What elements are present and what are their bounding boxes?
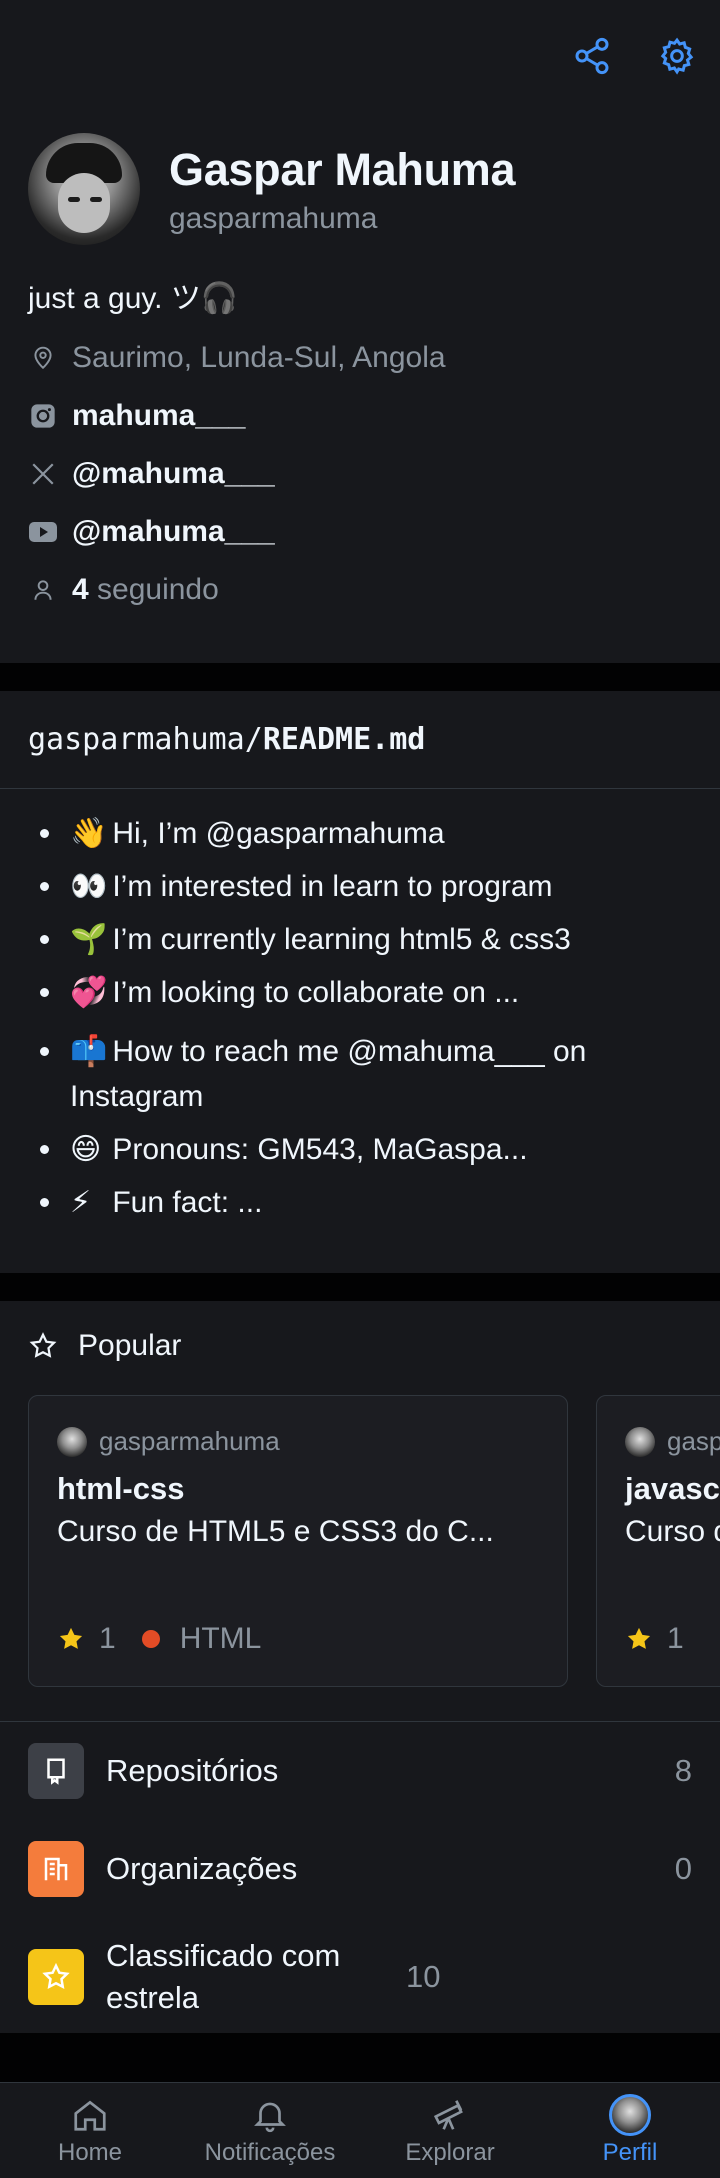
readme-filename: README.md (262, 722, 426, 757)
avatar[interactable] (28, 133, 140, 245)
repo-description: Curso de JavaScript (625, 1515, 720, 1548)
star-icon (28, 1949, 84, 2005)
list-item: 📫 How to reach me @mahuma___ on Instagra… (28, 1029, 692, 1119)
youtube-row[interactable]: @mahuma___ (28, 503, 692, 561)
star-outline-icon (29, 1332, 57, 1358)
list-item: 👀 I’m interested in learn to program (28, 864, 692, 909)
repo-language: HTML (179, 1622, 262, 1655)
star-filled-icon (59, 1627, 83, 1649)
profile-stats-list: Repositórios 8 Organizações 0 Classifica… (0, 1721, 720, 2033)
popular-header: Popular (0, 1301, 720, 1391)
profile-header: Gaspar Mahuma gasparmahuma just a guy. ツ… (0, 117, 720, 663)
list-item-organizations[interactable]: Organizações 0 (0, 1820, 720, 1918)
home-icon (68, 2093, 112, 2137)
repo-owner: gasparmahuma (99, 1426, 280, 1456)
popular-section: Popular gasparmahuma html-css Curso de H… (0, 1301, 720, 2033)
youtube-icon (28, 517, 58, 547)
stat-count: 8 (674, 1753, 692, 1788)
list-item-starred[interactable]: Classificado com estrela 10 (0, 1918, 720, 2033)
avatar (608, 2093, 652, 2137)
x-row[interactable]: @mahuma___ (28, 445, 692, 503)
repo-card[interactable]: gasparmahuma html-css Curso de HTML5 e C… (28, 1395, 568, 1687)
language-dot (141, 1630, 160, 1648)
following-count: 4 (72, 573, 89, 606)
gear-icon[interactable] (657, 36, 697, 76)
stat-count: 0 (674, 1851, 692, 1886)
instagram-icon (28, 401, 58, 431)
following-label: seguindo (97, 573, 219, 606)
organization-icon (28, 1841, 84, 1897)
repo-stars: 1 (667, 1622, 684, 1655)
share-icon[interactable] (572, 36, 612, 76)
repo-name: html-css (57, 1471, 185, 1506)
avatar (57, 1426, 87, 1457)
list-item: 👋 Hi, I’m @gasparmahuma (28, 811, 692, 856)
top-bar (0, 0, 720, 118)
x-logo-icon (28, 459, 58, 489)
nav-profile-label: Perfil (602, 2139, 658, 2166)
list-item: ⚡ Fun fact: ... (28, 1180, 692, 1225)
nav-explore[interactable]: Explorar (360, 2083, 540, 2178)
nav-explore-label: Explorar (405, 2139, 495, 2166)
list-item: 😄 Pronouns: GM543, MaGaspa... (28, 1127, 692, 1172)
instagram-link[interactable]: mahuma___ (72, 399, 245, 433)
following-row[interactable]: 4 seguindo (28, 561, 692, 619)
repo-card[interactable]: gasparmahuma javascript Curso de JavaScr… (596, 1395, 720, 1687)
repo-description: Curso de HTML5 e CSS3 do C... (57, 1515, 494, 1548)
telescope-icon (428, 2093, 472, 2137)
stat-label: Organizações (106, 1851, 298, 1886)
popular-carousel[interactable]: gasparmahuma html-css Curso de HTML5 e C… (28, 1395, 720, 1687)
profile-login: gasparmahuma (169, 202, 378, 235)
list-item: 💞️ I’m looking to collaborate on ... (28, 970, 692, 1015)
repo-name: javascript (625, 1471, 720, 1506)
readme-header[interactable]: gasparmahuma/README.md (0, 691, 720, 789)
nav-notifications[interactable]: Notificações (180, 2083, 360, 2178)
location-text: Saurimo, Lunda-Sul, Angola (72, 341, 446, 374)
stat-count: 10 (406, 1959, 441, 1994)
readme-owner: gasparmahuma/ (28, 722, 263, 757)
star-filled-icon (627, 1627, 651, 1649)
readme-list: 👋 Hi, I’m @gasparmahuma 👀 I’m interested… (0, 789, 720, 1225)
repo-owner: gasparmahuma (667, 1426, 720, 1456)
list-item-repositories[interactable]: Repositórios 8 (0, 1722, 720, 1820)
popular-title: Popular (78, 1329, 182, 1362)
instagram-row[interactable]: mahuma___ (28, 387, 692, 445)
readme-section: gasparmahuma/README.md 👋 Hi, I’m @gaspar… (0, 691, 720, 1273)
youtube-link[interactable]: @mahuma___ (72, 515, 275, 549)
list-item: 🌱 I’m currently learning html5 & css3 (28, 917, 692, 962)
stat-label: Classificado com estrela (106, 1938, 341, 2015)
bottom-navigation: Home Notificações Explorar Perfil (0, 2082, 720, 2178)
avatar (625, 1426, 655, 1457)
location-pin-icon (28, 343, 58, 373)
nav-notifications-label: Notificações (204, 2139, 336, 2166)
stat-label: Repositórios (106, 1753, 279, 1788)
nav-profile[interactable]: Perfil (540, 2083, 720, 2178)
person-icon (28, 575, 58, 605)
nav-home[interactable]: Home (0, 2083, 180, 2178)
profile-bio: just a guy. ツ🎧 (28, 282, 239, 315)
x-link[interactable]: @mahuma___ (72, 457, 275, 491)
profile-name: Gaspar Mahuma (169, 144, 516, 195)
repo-icon (28, 1743, 84, 1799)
location-row: Saurimo, Lunda-Sul, Angola (28, 329, 692, 387)
repo-stars: 1 (99, 1622, 116, 1655)
bell-icon (248, 2093, 292, 2137)
nav-home-label: Home (57, 2139, 123, 2166)
